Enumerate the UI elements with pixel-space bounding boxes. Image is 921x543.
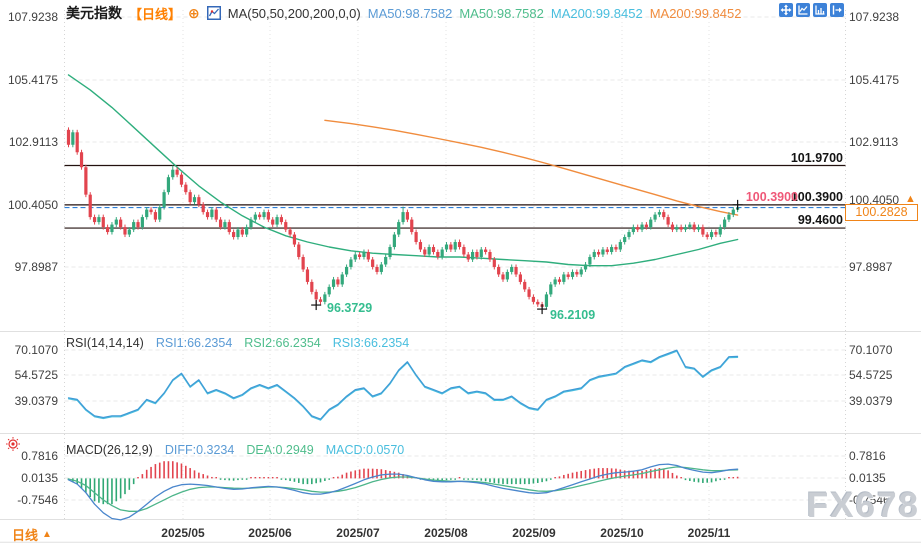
- chart-type-icon[interactable]: [207, 6, 221, 20]
- symbol-title: 美元指数: [66, 3, 122, 23]
- rsi-params[interactable]: RSI(14,14,14): [66, 336, 144, 350]
- scroll-to-latest-icon[interactable]: ▲: [905, 193, 916, 205]
- chart-canvas[interactable]: [0, 0, 921, 543]
- rsi1-value: RSI1:66.2354: [156, 336, 232, 350]
- diff-value: DIFF:0.3234: [165, 443, 234, 457]
- swing-low-label-2: 96.2109: [550, 308, 595, 322]
- axis-chart-alt-icon[interactable]: [813, 3, 827, 17]
- chart-header: 美元指数 【日线】 ⊕ MA(50,50,200,200,0,0) MA50:9…: [66, 3, 741, 23]
- period-tag[interactable]: 【日线】: [129, 4, 181, 23]
- rsi-header: RSI(14,14,14) RSI1:66.2354 RSI2:66.2354 …: [66, 336, 409, 350]
- ma50-value-2: MA50:98.7582: [459, 6, 544, 21]
- last-price-box: 100.2828: [845, 204, 918, 221]
- macd-value: MACD:0.0570: [326, 443, 405, 457]
- macd-params[interactable]: MACD(26,12,9): [66, 443, 153, 457]
- macd-header: MACD(26,12,9) DIFF:0.3234 DEA:0.2949 MAC…: [66, 443, 404, 457]
- axis-chart-icon[interactable]: [796, 3, 810, 17]
- ma-settings-label[interactable]: MA(50,50,200,200,0,0): [228, 6, 361, 21]
- dea-value: DEA:0.2949: [246, 443, 313, 457]
- indicator-settings-icon[interactable]: [5, 436, 21, 457]
- chevron-up-icon: ▲: [42, 529, 52, 540]
- move-icon[interactable]: [779, 3, 793, 17]
- ma200-value-2: MA200:99.8452: [650, 6, 742, 21]
- period-selector[interactable]: 日线 ▲: [12, 525, 52, 543]
- rsi3-value: RSI3:66.2354: [333, 336, 409, 350]
- add-indicator-icon[interactable]: ⊕: [188, 5, 200, 22]
- chart-app: 美元指数 【日线】 ⊕ MA(50,50,200,200,0,0) MA50:9…: [0, 0, 921, 543]
- ma200-value-1: MA200:99.8452: [551, 6, 643, 21]
- swing-low-label-1: 96.3729: [327, 301, 372, 315]
- fx678-watermark: FX678: [807, 486, 920, 526]
- collapse-right-icon[interactable]: [830, 3, 844, 17]
- ma50-value-1: MA50:98.7582: [368, 6, 453, 21]
- period-label: 日线: [12, 525, 38, 543]
- rsi2-value: RSI2:66.2354: [244, 336, 320, 350]
- chart-toolbar: [779, 3, 844, 17]
